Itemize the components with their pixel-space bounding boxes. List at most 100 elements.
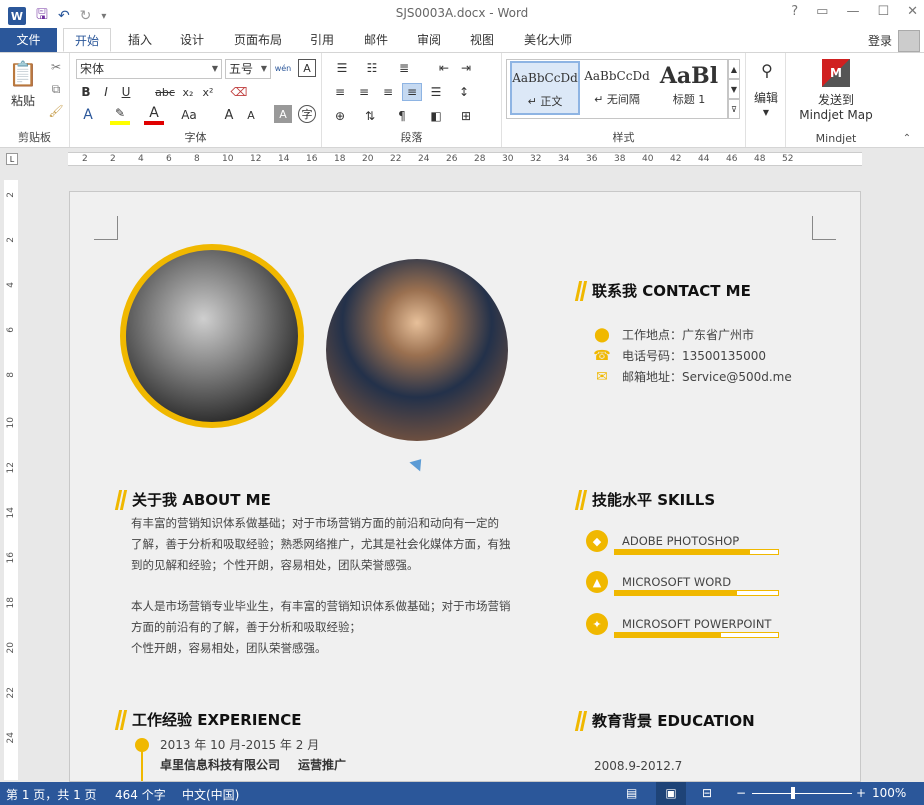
font-size-combo[interactable]: 五号 ▼: [225, 59, 271, 79]
copy-icon[interactable]: ⧉: [48, 81, 64, 97]
ruler-bar[interactable]: 2 2 4 6 8 10 12 14 16 18 20 22 24 26 28 30 32 34 36 38 40 42 4…: [68, 152, 862, 166]
group-editing: ⚲ 编辑 ▼: [746, 53, 786, 147]
login-link[interactable]: 登录: [868, 32, 892, 49]
format-painter-icon[interactable]: 🖌: [48, 103, 64, 119]
binoculars-icon[interactable]: ⚲: [756, 59, 778, 81]
ribbon-tabs: 文件 开始 插入 设计 页面布局 引用 邮件 审阅 视图 美化大师 登录: [0, 28, 924, 52]
change-case-icon[interactable]: Aa: [178, 105, 200, 125]
increase-indent-icon[interactable]: ⇥: [456, 59, 476, 77]
portrait-photo-1[interactable]: [120, 244, 304, 428]
tab-file[interactable]: 文件: [0, 28, 57, 52]
bullets-icon[interactable]: ☰: [330, 59, 354, 77]
char-shading-icon[interactable]: A: [274, 105, 292, 123]
zoom-in-icon[interactable]: +: [856, 786, 866, 800]
zoom-slider-thumb[interactable]: [791, 787, 795, 799]
vruler-number: 20: [6, 642, 16, 654]
highlight-icon[interactable]: ✎: [110, 105, 130, 125]
align-center-icon[interactable]: ≡: [354, 83, 374, 101]
numbering-icon[interactable]: ☷: [360, 59, 384, 77]
help-button[interactable]: ?: [791, 4, 798, 19]
underline-icon[interactable]: U: [118, 83, 134, 101]
subscript-icon[interactable]: x₂: [180, 83, 196, 101]
styles-scroll-down[interactable]: ▼: [728, 79, 740, 99]
contact-item-location: ⬤ 工作地点：广东省广州市: [594, 326, 754, 343]
avatar[interactable]: [898, 30, 920, 52]
ruler-number: 32: [530, 154, 542, 164]
about-line-6: 方面的前沿有的了解，善于分析和吸取经验；: [131, 619, 361, 634]
about-paragraph: 有丰富的营销知识体系做基础；对于市场营销方面的前沿和动向有一定的 了解，善于分析…: [131, 513, 527, 659]
close-button[interactable]: ✕: [907, 4, 918, 19]
font-color-icon[interactable]: A: [144, 105, 164, 125]
phonetic-guide-button[interactable]: wén: [274, 57, 292, 79]
superscript-icon[interactable]: x²: [200, 83, 216, 101]
experience-role: 运营推广: [298, 758, 347, 772]
portrait-photo-2[interactable]: [326, 259, 508, 441]
tab-mailings[interactable]: 邮件: [352, 28, 400, 52]
tab-review[interactable]: 审阅: [405, 28, 453, 52]
strikethrough-icon[interactable]: abc: [154, 83, 176, 101]
shrink-font-icon[interactable]: A: [242, 105, 260, 125]
maximize-button[interactable]: ☐: [877, 4, 889, 19]
word-count[interactable]: 464 个字: [115, 786, 166, 803]
minimize-button[interactable]: —: [846, 4, 859, 19]
shading-icon[interactable]: ◧: [426, 107, 446, 125]
char-border-icon[interactable]: A: [298, 59, 316, 77]
vertical-ruler[interactable]: 2 2 4 6 8 10 12 14 16 18 20 22 24: [4, 180, 18, 780]
ribbon-display-button[interactable]: ▭: [816, 4, 828, 19]
justify-icon[interactable]: ≡: [402, 83, 422, 101]
paste-icon[interactable]: 📋: [8, 59, 38, 89]
collapse-ribbon-icon[interactable]: ⌃: [900, 131, 914, 145]
zoom-out-icon[interactable]: −: [736, 786, 746, 800]
tab-design[interactable]: 设计: [168, 28, 216, 52]
zoom-slider[interactable]: [752, 793, 852, 794]
document-page[interactable]: 联系我 CONTACT ME ⬤ 工作地点：广东省广州市 ☎ 电话号码：1350…: [69, 191, 861, 782]
enclose-char-icon[interactable]: 字: [298, 105, 316, 123]
mindjet-map-label[interactable]: Mindjet Map: [786, 107, 886, 123]
experience-heading: 工作经验 EXPERIENCE: [116, 709, 301, 730]
italic-icon[interactable]: I: [98, 83, 114, 101]
align-left-icon[interactable]: ≡: [330, 83, 350, 101]
language-indicator[interactable]: 中文(中国): [182, 786, 239, 803]
tab-insert[interactable]: 插入: [116, 28, 164, 52]
bold-icon[interactable]: B: [78, 83, 94, 101]
style-heading1[interactable]: AaBl 标题 1: [654, 61, 724, 115]
styles-more[interactable]: ⊽: [728, 99, 740, 119]
web-layout-icon[interactable]: ⊟: [702, 786, 712, 800]
tab-view[interactable]: 视图: [458, 28, 506, 52]
font-name-combo[interactable]: 宋体 ▼: [76, 59, 222, 79]
page-count[interactable]: 第 1 页，共 1 页: [6, 786, 97, 803]
read-mode-icon[interactable]: ▤: [626, 786, 637, 800]
tab-stop-selector[interactable]: L: [6, 153, 18, 165]
cut-icon[interactable]: ✂: [48, 59, 64, 75]
decrease-indent-icon[interactable]: ⇤: [434, 59, 454, 77]
group-clipboard: 📋 粘贴 ✂ ⧉ 🖌 剪贴板: [0, 53, 70, 147]
clear-format-icon[interactable]: ⌫: [230, 83, 248, 101]
styles-scroll-up[interactable]: ▲: [728, 59, 740, 79]
multilevel-list-icon[interactable]: ≣: [392, 59, 416, 77]
paste-button[interactable]: 粘贴: [6, 93, 40, 108]
grow-font-icon[interactable]: A: [220, 105, 238, 125]
sort-icon[interactable]: ⇅: [360, 107, 380, 125]
distributed-icon[interactable]: ☰: [426, 83, 446, 101]
heading-bars-icon: [116, 490, 126, 510]
mindjet-icon[interactable]: M: [822, 59, 850, 87]
chinese-layout-icon[interactable]: ⊕: [330, 107, 350, 125]
align-right-icon[interactable]: ≡: [378, 83, 398, 101]
tab-layout[interactable]: 页面布局: [222, 28, 294, 52]
tab-beautify[interactable]: 美化大师: [512, 28, 584, 52]
star-icon: ✦: [586, 613, 608, 635]
tab-home[interactable]: 开始: [63, 28, 111, 52]
ruler-number: 30: [502, 154, 514, 164]
show-marks-icon[interactable]: ¶: [392, 107, 412, 125]
send-to-label[interactable]: 发送到: [786, 91, 886, 107]
tab-references[interactable]: 引用: [298, 28, 346, 52]
style-normal[interactable]: AaBbCcDd ↵ 正文: [510, 61, 580, 115]
experience-company-row: 卓里信息科技有限公司 运营推广: [160, 756, 346, 773]
line-spacing-icon[interactable]: ↕: [452, 83, 476, 101]
text-effect-icon[interactable]: A: [78, 105, 98, 125]
borders-icon[interactable]: ⊞: [456, 107, 476, 125]
editing-button[interactable]: 编辑: [746, 89, 786, 105]
print-layout-icon[interactable]: ▣: [656, 782, 686, 805]
zoom-level[interactable]: 100%: [872, 786, 906, 800]
style-no-spacing[interactable]: AaBbCcDd ↵ 无间隔: [582, 61, 652, 115]
